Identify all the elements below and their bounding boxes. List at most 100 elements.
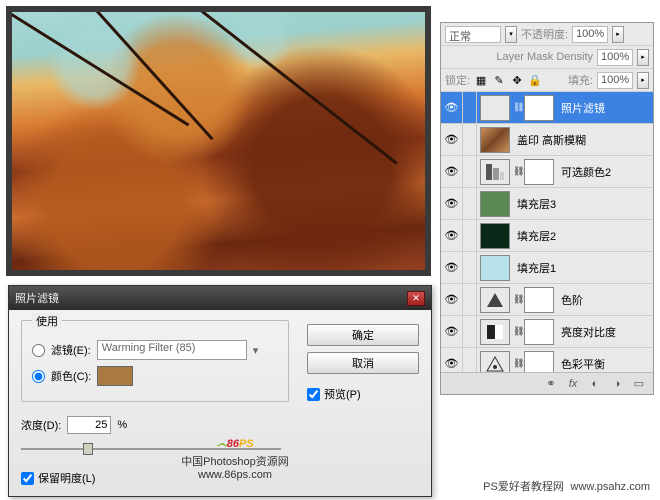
opacity-flyout-icon[interactable]: ▸ [612,26,624,43]
chain-icon: ⛓ [513,358,521,369]
mask-thumb[interactable] [524,159,554,185]
layer-row-selective-color[interactable]: 👁 ⛓ 可选颜色2 [441,156,653,188]
link-column[interactable] [463,284,477,315]
dialog-titlebar[interactable]: 照片滤镜 ✕ [9,286,431,310]
layer-row-fill2[interactable]: 👁 填充层2 [441,220,653,252]
color-radio[interactable] [32,370,45,383]
layer-name[interactable]: 填充层2 [513,228,653,244]
layer-row-color-balance[interactable]: 👁 ⛓ 色彩平衡 [441,348,653,372]
density-input[interactable] [67,416,111,434]
mask-density-flyout-icon[interactable]: ▸ [637,49,649,66]
lock-label: 锁定: [445,72,470,88]
link-column[interactable] [463,316,477,347]
chevron-down-icon[interactable]: ▾ [505,26,517,43]
fill-thumb[interactable] [480,223,510,249]
density-row: 浓度(D): % [21,416,419,434]
mask-thumb[interactable] [524,95,554,121]
layer-row-fill3[interactable]: 👁 填充层3 [441,188,653,220]
blend-mode-select[interactable]: 正常 [445,26,501,43]
eye-icon: 👁 [445,197,459,210]
layer-name[interactable]: 填充层3 [513,196,653,212]
link-column[interactable] [463,220,477,251]
lock-transparent-icon[interactable]: ▦ [474,73,488,87]
preview-checkbox[interactable] [307,388,320,401]
layer-row-blur[interactable]: 👁 盖印 高斯模糊 [441,124,653,156]
layer-row-levels[interactable]: 👁 ⛓ 色阶 [441,284,653,316]
mask-thumb[interactable] [524,351,554,373]
opacity-input[interactable]: 100% [572,26,608,43]
cancel-button[interactable]: 取消 [307,352,419,374]
link-column[interactable] [463,156,477,187]
fx-icon[interactable]: fx [565,376,581,392]
layers-panel: 正常 ▾ 不透明度: 100% ▸ Layer Mask Density 100… [440,22,654,395]
layer-name[interactable]: 盖印 高斯模糊 [513,132,653,148]
image-thumb[interactable] [480,127,510,153]
close-icon[interactable]: ✕ [407,291,425,306]
eye-icon: 👁 [445,357,459,370]
visibility-toggle[interactable]: 👁 [441,92,463,123]
lock-position-icon[interactable]: ✥ [510,73,524,87]
link-column[interactable] [463,348,477,372]
link-column[interactable] [463,188,477,219]
link-column[interactable] [463,252,477,283]
layer-name[interactable]: 色阶 [557,292,653,308]
canvas-image [12,12,425,270]
new-group-icon[interactable]: ▭ [631,376,647,392]
eye-icon: 👁 [445,101,459,114]
link-layers-icon[interactable]: ⚭ [543,376,559,392]
layer-name[interactable]: 色彩平衡 [557,356,653,372]
mask-thumb[interactable] [524,287,554,313]
eye-icon: 👁 [445,229,459,242]
layer-row-fill1[interactable]: 👁 填充层1 [441,252,653,284]
fill-flyout-icon[interactable]: ▸ [637,72,649,89]
density-label: 浓度(D): [21,417,61,433]
adjustment-thumb[interactable] [480,319,510,345]
chevron-down-icon[interactable]: ▾ [253,344,259,357]
fill-thumb[interactable] [480,191,510,217]
slider-thumb[interactable] [83,443,93,455]
visibility-toggle[interactable]: 👁 [441,316,463,347]
layer-name[interactable]: 照片滤镜 [557,100,653,116]
link-column[interactable] [463,92,477,123]
visibility-toggle[interactable]: 👁 [441,348,463,372]
preserve-luminosity-checkbox[interactable] [21,472,34,485]
eye-icon: 👁 [445,133,459,146]
canvas-viewport [6,6,431,276]
mask-density-row: Layer Mask Density 100% ▸ [441,46,653,69]
chain-icon: ⛓ [513,102,521,113]
chain-icon: ⛓ [513,326,521,337]
layer-row-brightness[interactable]: 👁 ⛓ 亮度对比度 [441,316,653,348]
visibility-toggle[interactable]: 👁 [441,188,463,219]
adjustment-thumb[interactable] [480,159,510,185]
visibility-toggle[interactable]: 👁 [441,124,463,155]
filter-radio[interactable] [32,344,45,357]
visibility-toggle[interactable]: 👁 [441,220,463,251]
link-column[interactable] [463,124,477,155]
layer-name[interactable]: 亮度对比度 [557,324,653,340]
visibility-toggle[interactable]: 👁 [441,284,463,315]
mask-thumb[interactable] [524,319,554,345]
filter-select[interactable]: Warming Filter (85) [97,340,247,360]
lock-pixels-icon[interactable]: ✎ [492,73,506,87]
density-slider[interactable] [21,442,281,456]
adjustment-thumb[interactable] [480,351,510,373]
ok-button[interactable]: 确定 [307,324,419,346]
lock-all-icon[interactable]: 🔒 [528,73,542,87]
adjustment-thumb[interactable] [480,287,510,313]
fill-input[interactable]: 100% [597,72,633,89]
color-swatch[interactable] [97,366,133,386]
layers-footer: ⚭ fx ◐ ◑ ▭ [441,372,653,394]
color-radio-label: 颜色(C): [51,368,91,384]
fill-thumb[interactable] [480,255,510,281]
adjustment-thumb[interactable] [480,95,510,121]
add-mask-icon[interactable]: ◐ [587,376,603,392]
layer-name[interactable]: 可选颜色2 [557,164,653,180]
new-adjustment-icon[interactable]: ◑ [609,376,625,392]
preview-label: 预览(P) [324,386,361,402]
layer-name[interactable]: 填充层1 [513,260,653,276]
visibility-toggle[interactable]: 👁 [441,252,463,283]
eye-icon: 👁 [445,165,459,178]
layer-row-photo-filter[interactable]: 👁 ⛓ 照片滤镜 [441,92,653,124]
visibility-toggle[interactable]: 👁 [441,156,463,187]
mask-density-input[interactable]: 100% [597,49,633,66]
